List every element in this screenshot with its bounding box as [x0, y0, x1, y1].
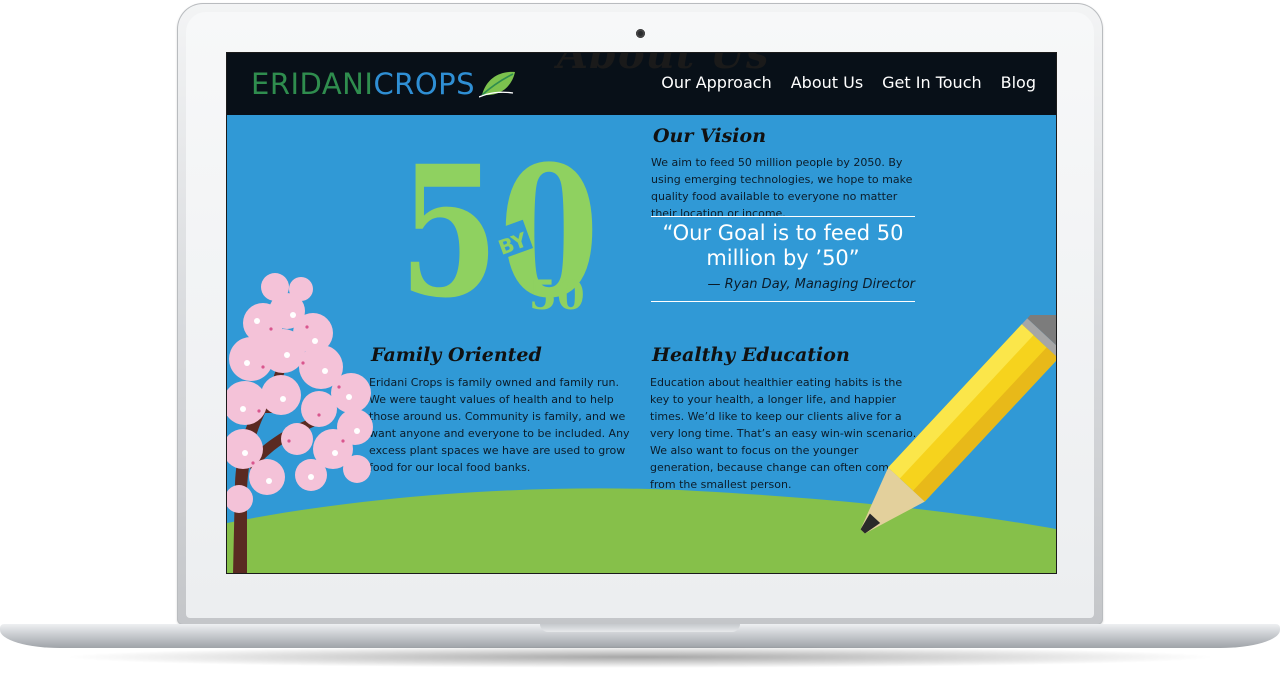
eridani-crops-logo[interactable]: ERIDANI CROPS	[251, 67, 517, 101]
pencil-illustration	[860, 315, 1056, 534]
top-navigation-bar: About Us ERIDANI CROPS Our Approach Abou…	[227, 53, 1056, 115]
family-body: Eridani Crops is family owned and family…	[369, 376, 630, 474]
goal-quote: “Our Goal is to feed 50 million by ’50”	[662, 221, 904, 270]
main-nav: Our Approach About Us Get In Touch Blog	[661, 73, 1036, 92]
quote-top-rule	[651, 216, 915, 217]
laptop-shadow	[60, 646, 1220, 668]
quote-attribution: — Ryan Day, Managing Director	[707, 277, 915, 292]
graphic-small-fifty: 50	[529, 272, 585, 315]
camera-icon	[636, 29, 645, 38]
education-heading: Healthy Education	[652, 344, 850, 366]
cherry-blossom-tree-illustration	[227, 273, 373, 573]
quote-bottom-rule	[651, 301, 915, 302]
vision-heading: Our Vision	[653, 125, 767, 147]
website-screen: About Us ERIDANI CROPS Our Approach Abou…	[226, 52, 1057, 574]
vision-body: We aim to feed 50 million people by 2050…	[651, 156, 913, 220]
fifty-by-fifty-graphic: 50 BY 50	[399, 127, 599, 315]
nav-our-approach[interactable]: Our Approach	[661, 73, 771, 92]
logo-text-crops: CROPS	[373, 67, 476, 101]
family-heading: Family Oriented	[371, 344, 542, 366]
nav-get-in-touch[interactable]: Get In Touch	[882, 73, 981, 92]
logo-text-eridani: ERIDANI	[251, 67, 374, 101]
leaf-icon	[479, 71, 516, 98]
laptop-base-notch	[540, 624, 740, 632]
nav-blog[interactable]: Blog	[1001, 73, 1036, 92]
nav-about-us[interactable]: About Us	[791, 73, 863, 92]
